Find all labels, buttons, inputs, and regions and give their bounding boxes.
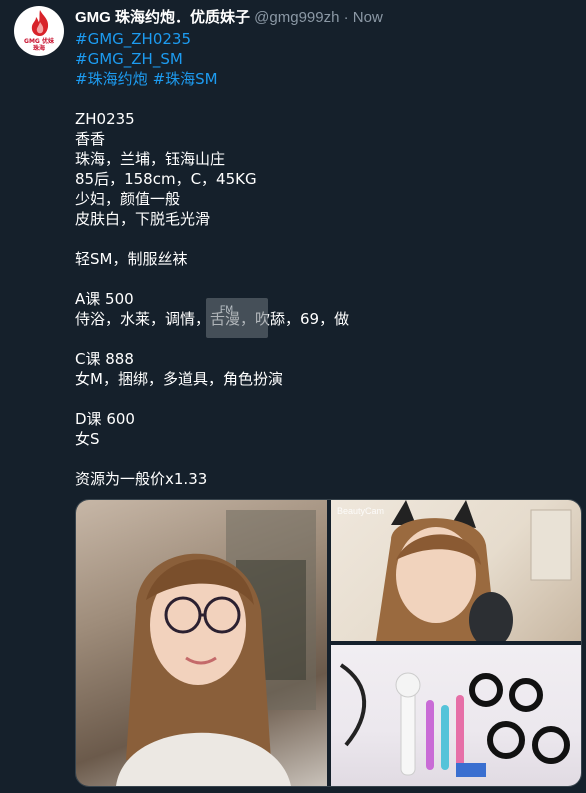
text-style: 轻SM，制服丝袜 [75, 250, 188, 268]
overlay-label: FM [220, 304, 233, 314]
photo-3[interactable] [331, 645, 581, 786]
photo-1[interactable] [76, 500, 327, 786]
hashtag-gmg-zh-sm[interactable]: #GMG_ZH_SM [75, 50, 183, 68]
beautycam-watermark: BeautyCam [337, 506, 385, 516]
text-name: 香香 [75, 130, 106, 148]
text-course-d-title: D课 600 [75, 410, 135, 428]
text-code: ZH0235 [75, 110, 135, 128]
photo-1-illustration [116, 510, 316, 786]
hashtag-zhuhai-yuepao[interactable]: #珠海约炮 [75, 70, 148, 88]
text-stats: 85后，158cm，C，45KG [75, 170, 257, 188]
tweet-header: GMG 珠海约炮．优质妹子 @gmg999zh · Now [75, 8, 383, 28]
photo-2[interactable]: BeautyCam [331, 500, 581, 641]
media-grid: BeautyCam [75, 499, 582, 787]
text-course-c-detail: 女M，捆绑，多道具，角色扮演 [75, 370, 283, 388]
avatar-logo-text: GMG 优妹 珠海 [24, 38, 54, 52]
display-name[interactable]: GMG 珠海约炮．优质妹子 [75, 9, 250, 26]
text-course-d-detail: 女S [75, 430, 100, 448]
flame-logo-icon [31, 10, 49, 36]
text-price-note: 资源为一般价x1.33 [75, 470, 208, 488]
hashtag-gmg-zh0235[interactable]: #GMG_ZH0235 [75, 30, 191, 48]
text-skin: 皮肤白，下脱毛光滑 [75, 210, 211, 228]
text-type: 少妇，颜值一般 [75, 190, 181, 208]
tweet-text: #GMG_ZH0235 #GMG_ZH_SM #珠海约炮 #珠海SM ZH0235… [75, 29, 575, 489]
text-location: 珠海，兰埔，钰海山庄 [75, 150, 226, 168]
text-course-a-title: A课 500 [75, 290, 134, 308]
photo-2-illustration [376, 500, 572, 641]
text-course-c-title: C课 888 [75, 350, 134, 368]
user-handle[interactable]: @gmg999zh [254, 9, 339, 26]
timestamp[interactable]: Now [353, 9, 383, 26]
separator-dot: · [343, 9, 349, 26]
text-course-a-detail: 侍浴，水莱，调情，舌漫，吹舔，69，做 [75, 309, 575, 329]
translucent-overlay-box: FM [206, 298, 268, 338]
hashtag-zhuhai-sm[interactable]: #珠海SM [153, 70, 218, 88]
avatar[interactable]: GMG 优妹 珠海 [14, 6, 64, 56]
tweet[interactable]: GMG 优妹 珠海 GMG 珠海约炮．优质妹子 @gmg999zh · Now … [0, 0, 586, 793]
photo-3-illustration [339, 663, 570, 777]
